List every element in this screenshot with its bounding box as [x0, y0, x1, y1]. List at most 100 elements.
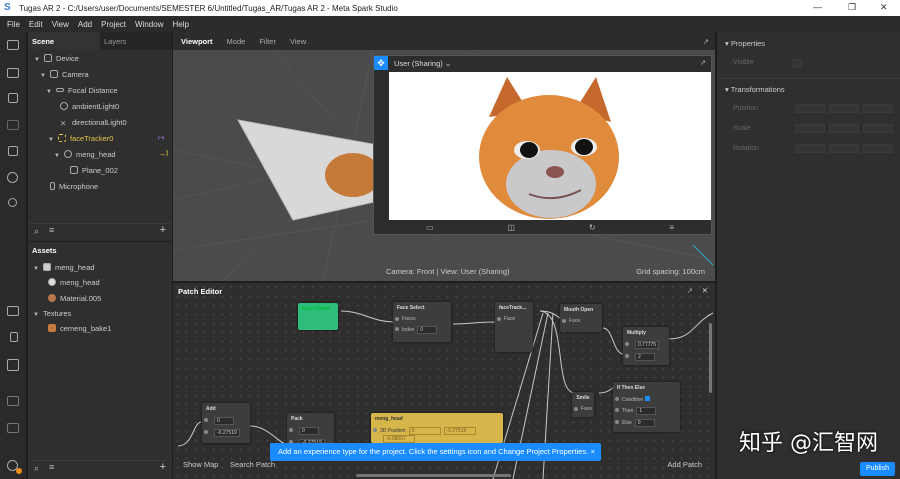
tree-item-device[interactable]: ▼ Device [34, 54, 79, 63]
pop-out-icon[interactable]: ↗ [700, 58, 706, 67]
capture-icon[interactable]: ◫ [507, 223, 515, 232]
position-z-field[interactable] [863, 104, 893, 113]
stop-icon[interactable] [8, 146, 18, 156]
layout-icon[interactable] [7, 40, 19, 50]
close-button[interactable]: ✕ [880, 2, 888, 13]
folder-icon[interactable] [7, 306, 19, 316]
menu-file[interactable]: File [7, 20, 20, 29]
position-y-field[interactable] [829, 104, 859, 113]
rotation-z-field[interactable] [863, 144, 893, 153]
menu-window[interactable]: Window [135, 20, 163, 29]
menu-icon[interactable]: ≡ [669, 223, 674, 232]
tab-scene[interactable]: Scene [28, 32, 100, 50]
node-face-finder[interactable]: Face Finder [298, 303, 338, 330]
search-patch-button[interactable]: Search Patch [230, 460, 275, 469]
filter-icon[interactable]: ≡ [49, 225, 54, 235]
then-field[interactable]: 1 [636, 407, 657, 415]
add-asset-button[interactable]: + [160, 461, 166, 473]
condition-checkbox[interactable] [644, 396, 650, 401]
scale-z-field[interactable] [863, 124, 893, 133]
port-faces[interactable]: Faces [393, 314, 451, 324]
multiply-input-b[interactable]: 2 [635, 353, 655, 361]
node-if-then-else[interactable]: If Then Else Condition Then 1 Else 0 [613, 382, 680, 432]
search-icon[interactable]: ⌕ [34, 226, 39, 237]
node-add[interactable]: Add 0 -0.27519 [202, 403, 250, 443]
position-z-field[interactable]: -0.08007 [383, 435, 415, 443]
node-multiply[interactable]: Multiply 0.77775 2 [623, 327, 669, 365]
menu-filter[interactable]: Filter [259, 37, 276, 46]
asset-folder-textures[interactable]: ▼ Textures [33, 309, 71, 318]
asset-item-material[interactable]: Material.005 [48, 294, 101, 303]
menu-mode[interactable]: Mode [227, 37, 246, 46]
minimize-button[interactable]: — [813, 2, 822, 12]
index-field[interactable]: 0 [417, 326, 438, 334]
tab-layers[interactable]: Layers [100, 32, 172, 50]
position-x-field[interactable]: 0 [408, 427, 441, 435]
console-icon[interactable] [7, 423, 19, 433]
tree-item-directional-light[interactable]: ✕ directionalLight0 [60, 118, 127, 128]
play-icon[interactable] [7, 120, 19, 130]
node-mouth-open[interactable]: Mouth Open Face [560, 304, 602, 332]
publish-button[interactable]: Publish [860, 462, 895, 476]
position-y-field[interactable]: -0.27519 [443, 427, 476, 435]
node-face-tracker[interactable]: faceTrack... Face [495, 302, 533, 352]
vertical-scrollbar[interactable] [709, 323, 712, 393]
asset-folder-meng-head[interactable]: ▼ meng_head [33, 263, 95, 272]
record-icon[interactable]: ▭ [426, 223, 434, 232]
add-input-b[interactable]: -0.27519 [214, 429, 240, 437]
rotation-x-field[interactable] [795, 144, 825, 153]
menu-help[interactable]: Help [172, 20, 188, 29]
port-face[interactable]: Face [495, 314, 533, 324]
tree-item-focal-distance[interactable]: ▼ Focal Distance [46, 86, 118, 95]
device-selector[interactable]: User (Sharing) ⌄ [394, 59, 451, 68]
menu-view[interactable]: View [52, 20, 69, 29]
banner-close-button[interactable]: × [591, 443, 595, 461]
show-map-button[interactable]: Show Map [183, 460, 218, 469]
tree-item-microphone[interactable]: Microphone [50, 182, 98, 191]
scale-x-field[interactable] [795, 124, 825, 133]
add-input-a[interactable]: 0 [214, 417, 234, 425]
search-icon[interactable] [8, 198, 17, 207]
properties-section[interactable]: ▾ Properties [725, 39, 765, 48]
import-icon[interactable] [10, 332, 18, 342]
menu-edit[interactable]: Edit [29, 20, 43, 29]
scale-y-field[interactable] [829, 124, 859, 133]
position-x-field[interactable] [795, 104, 825, 113]
multiply-input-a[interactable]: 0.77775 [635, 341, 660, 349]
rotation-y-field[interactable] [829, 144, 859, 153]
asset-item-meng-head[interactable]: meng_head [48, 278, 100, 287]
port-face[interactable]: Face [560, 316, 602, 326]
menu-add[interactable]: Add [78, 20, 92, 29]
pack-input-x[interactable]: 0 [299, 427, 319, 435]
pause-icon[interactable] [8, 93, 18, 103]
bug-icon[interactable] [7, 396, 19, 406]
port-face[interactable]: Face [572, 404, 594, 414]
pop-out-icon[interactable]: ↗ [703, 37, 709, 46]
search-icon[interactable]: ⌕ [34, 463, 39, 474]
video-icon[interactable] [7, 68, 19, 78]
tree-item-face-tracker[interactable]: ▼ faceTracker0 [48, 134, 113, 143]
menu-view[interactable]: View [290, 37, 306, 46]
move-icon[interactable]: ✥ [374, 56, 388, 70]
node-smile[interactable]: Smile Face [572, 392, 594, 417]
tree-item-ambient-light[interactable]: ambientLight0 [60, 102, 119, 111]
tab-viewport[interactable]: Viewport [181, 37, 213, 46]
tree-item-camera[interactable]: ▼ Camera [40, 70, 89, 79]
node-meng-head[interactable]: meng_head 3D Position 0 -0.27519 -0.08007 [371, 413, 503, 443]
node-face-select[interactable]: Face Select Faces Index 0 [393, 302, 451, 342]
maximize-button[interactable]: ❐ [848, 2, 856, 13]
add-object-button[interactable]: + [160, 224, 166, 236]
tree-item-meng-head[interactable]: ▼ meng_head [54, 150, 116, 159]
restart-icon[interactable] [7, 172, 18, 183]
rotate-device-icon[interactable]: ↻ [589, 223, 596, 232]
patch-link-icon[interactable]: ↦ [158, 133, 165, 142]
add-patch-button[interactable]: Add Patch [667, 460, 702, 469]
tree-item-plane[interactable]: Plane_002 [70, 166, 118, 175]
asset-item-texture[interactable]: cemeng_bake1 [48, 324, 111, 333]
horizontal-scrollbar[interactable] [356, 474, 511, 477]
port-index[interactable]: Index 0 [393, 324, 451, 336]
visible-checkbox[interactable] [793, 59, 802, 68]
transformations-section[interactable]: ▾ Transformations [725, 85, 785, 94]
filter-icon[interactable]: ≡ [49, 462, 54, 472]
else-field[interactable]: 0 [634, 419, 655, 427]
